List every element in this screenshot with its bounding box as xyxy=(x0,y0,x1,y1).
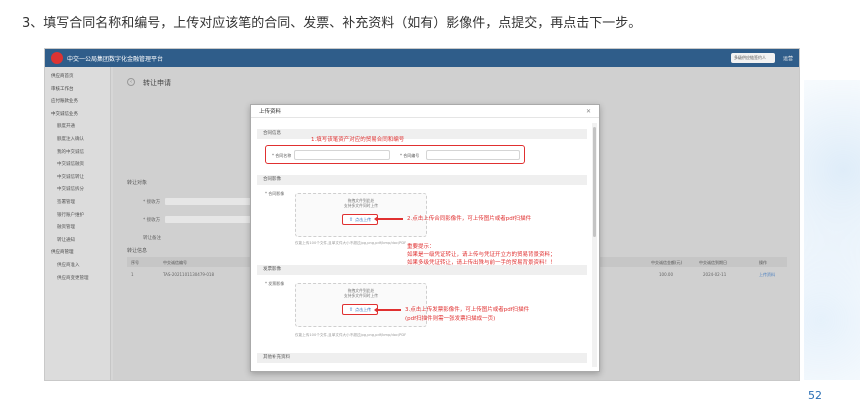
company-logo-icon xyxy=(51,52,63,64)
scrollbar-thumb[interactable] xyxy=(593,127,596,237)
sidebar-item[interactable]: 应付账款业务 xyxy=(45,96,110,109)
sidebar-item[interactable]: 中交诚信融资 xyxy=(45,159,110,172)
table-header-action: 操作 xyxy=(759,260,767,265)
app-header: 中交一公局集团数字化金融管理平台 多级供应链签约人 运营 xyxy=(45,49,799,67)
section-contract: 合同信息 xyxy=(257,129,587,139)
table-header-due-date: 中交诚信到期日 xyxy=(699,260,727,265)
upload-modal: 上传资料 ✕ 合同信息 * 合同名称 * 合同编号 合同影像 * 合同影像 拖拽… xyxy=(250,104,600,372)
annotation-arrow-invoice xyxy=(374,307,401,312)
app-title: 中交一公局集团数字化金融管理平台 xyxy=(67,55,164,63)
contract-upload-button[interactable]: ⇪ 点击上传 xyxy=(342,214,378,225)
annotation-upload-invoice-line1: 3.点击上传发票影像件，可上传图片或者pdf扫描件 xyxy=(405,307,530,313)
contract-format-note: 仅能上传100个文件,且单文件大小不超过jpg,png,pdf/bmp/doc/… xyxy=(295,241,407,245)
table-header-code: 中交诚信编号 xyxy=(163,260,187,265)
dropzone-hint-2: 支持多文件同时上传 xyxy=(343,293,379,298)
annotation-arrow-contract xyxy=(374,216,403,221)
modal-scrollbar[interactable] xyxy=(592,123,597,367)
sidebar-item[interactable]: 供应商变更管理 xyxy=(45,273,110,286)
slide-heading: 3、填写合同名称和编号，上传对应该笔的合同、发票、补充资料（如有）影像件，点提交… xyxy=(22,16,642,31)
modal-body: 合同信息 * 合同名称 * 合同编号 合同影像 * 合同影像 拖拽文件到此处 支… xyxy=(257,123,587,371)
receiver-input-2[interactable] xyxy=(165,216,255,223)
invoice-format-note: 仅能上传100个文件,且单文件大小不超过jpg,png,pdf/bmp/doc/… xyxy=(295,333,407,337)
modal-title: 上传资料 xyxy=(259,109,282,115)
contract-fields-highlight: * 合同名称 * 合同编号 xyxy=(265,145,525,164)
contract-image-label: * 合同影像 xyxy=(265,191,285,196)
section-contract-image: 合同影像 xyxy=(257,175,587,185)
sidebar-item[interactable]: 供应商首页 xyxy=(45,71,110,84)
sidebar-item[interactable]: 银行账户维护 xyxy=(45,210,110,223)
table-cell-amount: 100.00 xyxy=(659,272,673,277)
sidebar-item[interactable]: 我的中交诚信 xyxy=(45,147,110,160)
table-cell-index: 1 xyxy=(131,272,134,277)
sidebar-item[interactable]: 中交诚信拆分 xyxy=(45,184,110,197)
annotation-important-line2: 如果多级凭证转让，请上传出殊与前一手的贸易背景资料！！ xyxy=(407,260,556,266)
table-cell-code: TAS-2021101130479-018 xyxy=(163,272,215,277)
table-header-amount: 中交诚信金额(元) xyxy=(651,260,683,265)
modal-header: 上传资料 ✕ xyxy=(251,105,599,118)
user-menu[interactable]: 运营 xyxy=(783,55,793,62)
dropzone-hint-2: 支持多文件同时上传 xyxy=(343,203,379,208)
annotation-upload-contract: 2.点击上传合同影像件，可上传图片或者pdf扫描件 xyxy=(407,216,532,222)
sidebar-item[interactable]: 额度开通 xyxy=(45,121,110,134)
page-title: 转让申请 xyxy=(143,79,171,87)
contract-name-input[interactable] xyxy=(294,150,390,160)
contract-name-label: * 合同名称 xyxy=(272,153,292,158)
field-label-receiver-2: * 接收方 xyxy=(143,218,161,223)
upload-materials-link[interactable]: 上传资料 xyxy=(759,272,775,278)
close-icon[interactable]: ✕ xyxy=(586,108,591,115)
upload-button-label: 点击上传 xyxy=(355,216,372,222)
table-header-index: 序号 xyxy=(131,260,139,265)
table-cell-due-date: 2024-02-11 xyxy=(703,272,727,277)
upload-icon: ⇪ xyxy=(348,306,354,313)
section-supplement: 其他补充资料 xyxy=(257,353,587,363)
sidebar-item[interactable]: 额度注入确认 xyxy=(45,134,110,147)
upload-button-label: 点击上传 xyxy=(355,306,372,312)
invoice-upload-button[interactable]: ⇪ 点击上传 xyxy=(342,304,378,315)
receiver-input[interactable] xyxy=(165,198,255,205)
sidebar-item[interactable]: 中交诚信业务 xyxy=(45,109,110,122)
sidebar-item[interactable]: 供应商准入 xyxy=(45,260,110,273)
field-label-remark: 转让备注 xyxy=(143,236,161,241)
contract-number-label: * 合同编号 xyxy=(400,153,420,158)
sidebar-item[interactable]: 转让通知 xyxy=(45,235,110,248)
sidebar-item[interactable]: 融资管理 xyxy=(45,222,110,235)
sidebar-item[interactable]: 供应商管理 xyxy=(45,247,110,260)
org-select[interactable]: 多级供应链签约人 xyxy=(730,53,775,63)
section-invoice-image: 发票影像 xyxy=(257,265,587,275)
section-transfer-target: 转让对象 xyxy=(127,180,148,186)
upload-icon: ⇪ xyxy=(348,216,354,223)
invoice-image-label: * 发票影像 xyxy=(265,281,285,286)
annotation-fill-contract: 1.填写该笔资产对应的贸易合同和编号 xyxy=(311,137,405,143)
annotation-important-line1: 如果是一级凭证转让，请上传与凭证开立方的贸易背景资料； xyxy=(407,252,556,258)
section-transfer-info: 转让信息 xyxy=(127,248,148,254)
annotation-upload-invoice-line2: (pdf扫描件则需一张发票扫描成一页) xyxy=(405,316,496,322)
annotation-important-title: 重要提示： xyxy=(407,244,435,250)
sidebar-item[interactable]: 审核工作台 xyxy=(45,84,110,97)
sidebar: 供应商首页 审核工作台 应付账款业务 中交诚信业务 额度开通 额度注入确认 我的中交诚信 中交… xyxy=(45,67,111,380)
sidebar-item[interactable]: 签署管理 xyxy=(45,197,110,210)
page-number: 52 xyxy=(808,389,822,402)
field-label-receiver: * 接收方 xyxy=(143,200,161,205)
contract-number-input[interactable] xyxy=(426,150,520,160)
sidebar-item[interactable]: 中交诚信转让 xyxy=(45,172,110,185)
back-arrow-icon[interactable]: ‹ xyxy=(127,78,135,86)
decorative-background xyxy=(804,80,860,380)
